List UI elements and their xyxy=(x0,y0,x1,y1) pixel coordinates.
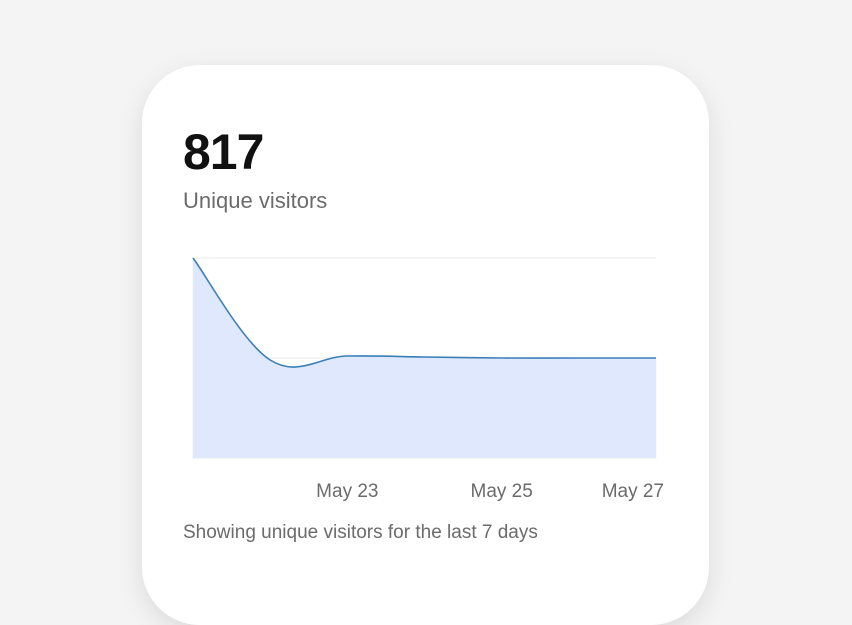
x-tick-label-2: May 27 xyxy=(602,481,664,502)
x-tick-label-1: May 25 xyxy=(471,481,533,502)
area-chart: May 23 May 25 May 27 xyxy=(192,257,664,502)
x-tick-label-0: May 23 xyxy=(316,481,378,502)
x-axis-ticks: May 23 May 25 May 27 xyxy=(316,481,664,502)
visitors-card: 817 Unique visitors May 23 May 25 May 27 S… xyxy=(142,65,709,625)
chart-line xyxy=(192,257,656,368)
chart-caption: Showing unique visitors for the last 7 d… xyxy=(183,522,538,543)
